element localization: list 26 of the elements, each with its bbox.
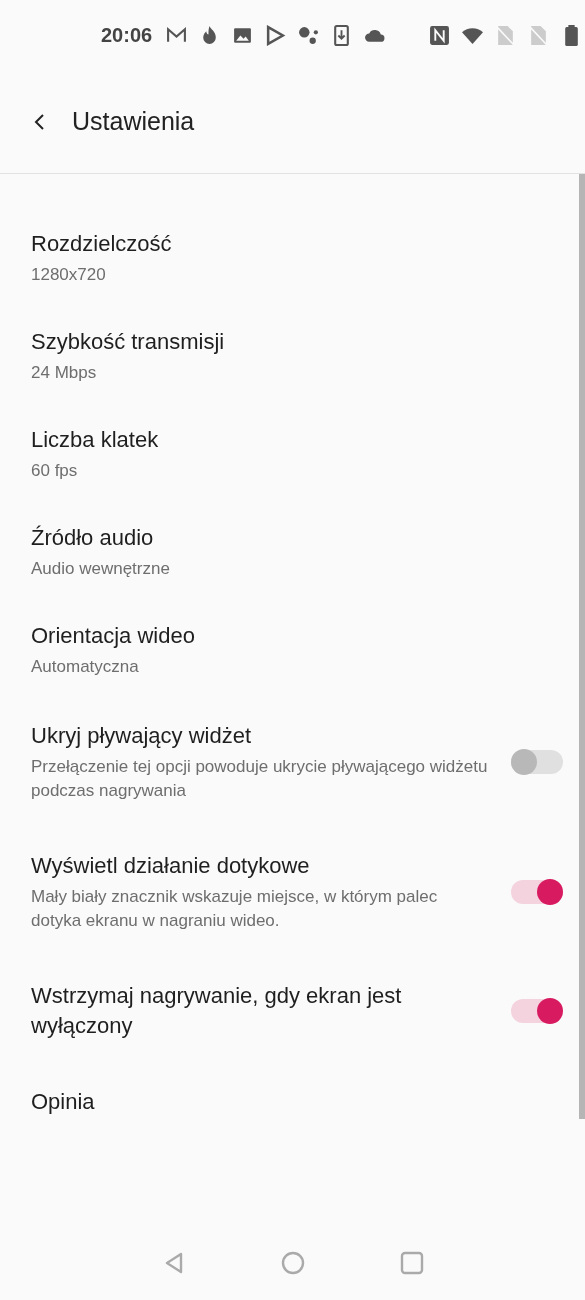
setting-title[interactable]: Opinia xyxy=(31,1087,563,1117)
setting-title[interactable]: Ukryj pływający widżet xyxy=(31,721,491,751)
status-time: 20:06 xyxy=(101,23,153,47)
assistant-icon xyxy=(298,24,320,46)
setting-title[interactable]: Wyświetl działanie dotykowe xyxy=(31,851,491,881)
nfc-icon xyxy=(429,24,451,46)
setting-value: Audio wewnętrzne xyxy=(31,558,171,580)
setting-value: 1280x720 xyxy=(31,264,107,286)
setting-title[interactable]: Rozdzielczość xyxy=(31,229,563,259)
setting-value: 60 fps xyxy=(31,460,79,482)
setting-title[interactable]: Orientacja wideo xyxy=(31,621,563,651)
page-title: Ustawienia xyxy=(72,107,195,136)
setting-title[interactable]: Liczba klatek xyxy=(31,425,563,455)
toggle-switch[interactable] xyxy=(511,999,563,1023)
setting-title[interactable]: Wstrzymaj nagrywanie, gdy ekran jest wyłączony xyxy=(31,981,491,1041)
setting-title[interactable]: Szybkość transmisji xyxy=(31,327,563,357)
play-store-icon xyxy=(265,24,287,46)
setting-title[interactable]: Źródło audio xyxy=(31,523,563,553)
setting-value: Automatyczna xyxy=(31,656,140,678)
recents-icon[interactable] xyxy=(399,1250,424,1275)
setting-description: Mały biały znacznik wskazuje miejsce, w którym palec dotyka ekranu w nagraniu wideo. xyxy=(31,886,439,932)
setting-value: 24 Mbps xyxy=(31,362,98,384)
setting-description: Przełączenie tej opcji powoduje ukrycie pływającego widżetu podczas nagrywania xyxy=(31,756,489,802)
home-icon[interactable] xyxy=(280,1250,305,1275)
toggle-switch[interactable] xyxy=(511,880,563,904)
toggle-switch[interactable] xyxy=(511,750,563,774)
